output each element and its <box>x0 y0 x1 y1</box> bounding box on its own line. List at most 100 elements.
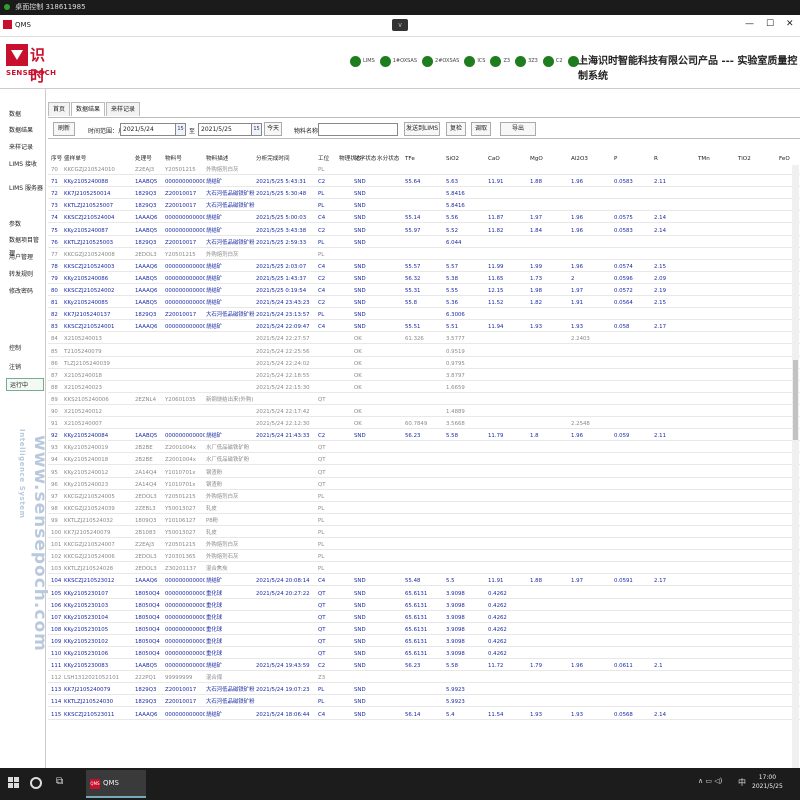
table-row[interactable]: 108KKy2105230105 18050Q4 000000000000200重化… <box>48 626 800 635</box>
table-row[interactable]: 81 KKy2105240085 1AABQ5 000000000000200烧结矿 2… <box>48 299 800 309</box>
sidebar-item-12[interactable]: 运行中 <box>6 378 44 391</box>
task-view-icon[interactable]: ⧉ <box>56 776 63 787</box>
column-header[interactable]: FeO <box>779 154 790 164</box>
column-header[interactable]: 分析完成时间 <box>256 154 290 164</box>
search-icon[interactable] <box>30 777 42 789</box>
sidebar-item-2[interactable]: 来样记录 <box>6 141 44 154</box>
table-row[interactable]: 104KKSCZJ210523012 1AAAQ6 000000000000200烧… <box>48 577 800 587</box>
date-from-calendar-icon[interactable]: 15 <box>175 123 186 136</box>
table-row[interactable]: 79 KKy2105240086 1AABQ5 000000000000200烧结矿 2… <box>48 275 800 284</box>
sidebar-item-3[interactable]: LIMS 接收 <box>6 158 44 171</box>
export-button[interactable]: 导出 <box>500 122 536 136</box>
table-row[interactable]: 96 KKy2105240023 2A14Q4 Y1010701x 钢渣粉 QT <box>48 481 800 490</box>
column-header[interactable]: SiO2 <box>446 154 459 164</box>
sidebar-item-4[interactable]: LIMS 服务器 <box>6 182 44 195</box>
table-row[interactable]: 114 KKTLZJ210524030 1829Q3 Z20010017 大石河低品磁铁… <box>48 698 800 708</box>
table-row[interactable]: 113 KK7J2105240079 1829Q3 Z20010017 大石河低品磁铁矿… <box>48 686 800 696</box>
column-header[interactable]: CaO <box>488 154 500 164</box>
table-row[interactable]: 97 KKCGZJ210524005 2EDOL3 Y20501215 外购熔剂白灰 PL <box>48 493 800 502</box>
column-header[interactable]: TiO2 <box>738 154 751 164</box>
tab-1[interactable]: 数据结果 <box>71 102 106 116</box>
table-row[interactable]: 112 LSH1312021052101 222PQ1 99999999 混合煤 Z3 <box>48 674 800 684</box>
table-row[interactable]: 111KKy2105230083 1AABQ5 000000000000200烧结矿… <box>48 662 800 672</box>
table-row[interactable]: 73 KKTLZJ210525007 1829Q3 Z20010017 大石河低品磁铁矿… <box>48 202 800 212</box>
sidebar-item-8[interactable]: 转发规则 <box>6 268 44 281</box>
table-row[interactable]: 110KKy2105230106 18050Q4 000000000000200重化… <box>48 650 800 659</box>
table-row[interactable]: 72 KK7J2105250014 1829Q3 Z20010017 大石河低品磁铁矿粉… <box>48 190 800 200</box>
table-row[interactable]: 77 KKCGZJ210524008 2EDOL3 Y20501215 外购熔剂白灰 PL <box>48 251 800 260</box>
column-header[interactable]: 工位 <box>318 154 329 164</box>
taskbar-clock[interactable]: 17:00 2021/5/25 <box>752 773 783 791</box>
table-row[interactable]: 84 X2105240013 2021/5/24 22:27:57 OK 61.326 3… <box>48 335 800 345</box>
ime-indicator[interactable]: 中 <box>738 777 746 788</box>
system-tray-icons[interactable]: ∧ ▭ ◁) <box>698 777 722 785</box>
column-header[interactable]: 处理号 <box>135 154 152 164</box>
sidebar-item-1[interactable]: 数据结果 <box>6 124 44 137</box>
table-row[interactable]: 107KKy2105230104 18050Q4 000000000000200重化… <box>48 614 800 623</box>
table-row[interactable]: 105KKy2105230107 18050Q4 000000000000200重化… <box>48 590 800 599</box>
column-header[interactable]: 水分状态 <box>377 154 399 164</box>
table-row[interactable]: 89 KKS2105240006 2EZNL4 Y20601035 新钢烧结出来(外购)… <box>48 396 800 405</box>
table-row[interactable]: 88 X2105240023 2021/5/24 22:15:30 OK 1.6659 <box>48 384 800 393</box>
column-header[interactable]: R <box>654 154 658 164</box>
sidebar-item-6[interactable]: 数据项目管理 <box>6 234 44 257</box>
tab-0[interactable]: 首页 <box>48 102 71 116</box>
table-row[interactable]: 101 KKCGZJ210524007 Z2EAJ3 Y20501215 外购熔剂白灰 P… <box>48 541 800 551</box>
table-row[interactable]: 106KKy2105230103 18050Q4 000000000000200重化… <box>48 602 800 611</box>
table-row[interactable]: 85 T2105240079 2021/5/24 22:25:56 OK 0.9519 <box>48 348 800 357</box>
close-button[interactable]: ✕ <box>786 19 794 29</box>
column-header[interactable]: P <box>614 154 617 164</box>
table-row[interactable]: 115KKSCZJ210523011 1AAAQ6 000000000000200烧… <box>48 711 800 720</box>
remote-collapse-handle[interactable]: ∨ <box>392 19 408 31</box>
date-from-input[interactable]: 2021/5/24 <box>120 123 182 136</box>
sidebar-item-7[interactable]: 用户管理 <box>6 251 44 264</box>
grid-vertical-scrollbar[interactable] <box>792 165 799 768</box>
sidebar-item-9[interactable]: 修改密码 <box>6 285 44 298</box>
table-row[interactable]: 71 KKy2105240088 1AABQ5 000000000000200烧结矿 2… <box>48 178 800 188</box>
minimize-button[interactable]: — <box>745 19 754 29</box>
table-row[interactable]: 95 KKy2105240012 2A14Q4 Y1010701x 钢渣粉 QT <box>48 469 800 478</box>
table-row[interactable]: 90 X2105240012 2021/5/24 22:17:42 OK 1.4889 <box>48 408 800 417</box>
table-row[interactable]: 99 KKTLZJ210524032 1809Q3 Y10106127 P8粉 PL <box>48 517 800 526</box>
table-row[interactable]: 103 KKTLZJ210524028 2EDOL3 Z30201137 混合焦炭 PL <box>48 565 800 575</box>
retrieve-button[interactable]: 调取 <box>471 122 491 136</box>
column-header[interactable]: MgO <box>530 154 543 164</box>
table-row[interactable]: 109KKy2105230102 18050Q4 000000000000200重化… <box>48 638 800 647</box>
today-button[interactable]: 今天 <box>264 122 282 136</box>
table-row[interactable]: 87 X2105240018 2021/5/24 22:18:55 OK 3.8797 <box>48 372 800 381</box>
sidebar-item-11[interactable]: 注销 <box>6 361 44 374</box>
table-row[interactable]: 102 KKCGZJ210524006 2EDOL3 Y20301365 外购熔剂石灰 P… <box>48 553 800 563</box>
column-header[interactable]: 序号 <box>51 154 62 164</box>
table-row[interactable]: 86 TLZJ2105240039 2021/5/24 22:24:02 OK 0.97… <box>48 360 800 369</box>
recheck-button[interactable]: 复检 <box>446 122 466 136</box>
column-header[interactable]: 物料号 <box>165 154 182 164</box>
column-header[interactable]: Al2O3 <box>571 154 588 164</box>
column-header[interactable]: 盛样单号 <box>64 154 86 164</box>
table-row[interactable]: 74 KKSCZJ210524004 1AAAQ6 000000000000200烧结… <box>48 214 800 224</box>
date-to-calendar-icon[interactable]: 15 <box>251 123 262 136</box>
table-row[interactable]: 100 KK7J2105240079 2B1083 Y50013027 轧皮 PL <box>48 529 800 538</box>
table-row[interactable]: 98 KKCGZJ210524039 2ZEBL3 Y50013027 轧皮 PL <box>48 505 800 514</box>
column-header[interactable]: TMn <box>698 154 710 164</box>
table-row[interactable]: 80 KKSCZJ210524002 1AAAQ6 000000000000200烧结… <box>48 287 800 296</box>
table-row[interactable]: 82 KK7J2105240137 1829Q3 Z20010017 大石河低品磁铁矿粉… <box>48 311 800 321</box>
column-header[interactable]: 化学状态 <box>354 154 376 164</box>
table-row[interactable]: 78 KKSCZJ210524003 1AAAQ6 000000000000200烧结… <box>48 263 800 272</box>
table-row[interactable]: 94 KKy2105240018 2B2BE Z2001004x 水厂低品磁铁矿粉 QT <box>48 456 800 466</box>
maximize-button[interactable]: ☐ <box>766 19 774 29</box>
table-row[interactable]: 92 KKy2105240084 1AABQ5 000000000000200烧结矿 2… <box>48 432 800 442</box>
material-name-input[interactable] <box>318 123 398 136</box>
tab-2[interactable]: 来样记录 <box>106 102 141 116</box>
taskbar-app-qms[interactable]: QMS QMS <box>86 770 146 798</box>
table-row[interactable]: 76 KKTLZJ210525003 1829Q3 Z20010017 大石河低品磁铁矿… <box>48 239 800 248</box>
column-header[interactable]: TFe <box>405 154 415 164</box>
refresh-button[interactable]: 刷新 <box>53 122 75 136</box>
windows-start-icon[interactable] <box>8 777 20 789</box>
table-row[interactable]: 93 KKy2105240019 2B2BE Z2001004x 水厂低品磁铁矿粉 QT <box>48 444 800 454</box>
table-row[interactable]: 70 KKCGZJ210524010 Z2EAJ3 Y20501215 外购熔剂白灰 PL <box>48 166 800 175</box>
scrollbar-thumb[interactable] <box>793 360 798 440</box>
send-to-lims-button[interactable]: 发送到LIMS <box>404 122 440 136</box>
column-header[interactable]: 物料描述 <box>206 154 228 164</box>
table-row[interactable]: 91 X2105240007 2021/5/24 22:12:30 OK 60.7849… <box>48 420 800 430</box>
table-row[interactable]: 75 KKy2105240087 1AABQ5 000000000000200烧结矿 2… <box>48 227 800 236</box>
